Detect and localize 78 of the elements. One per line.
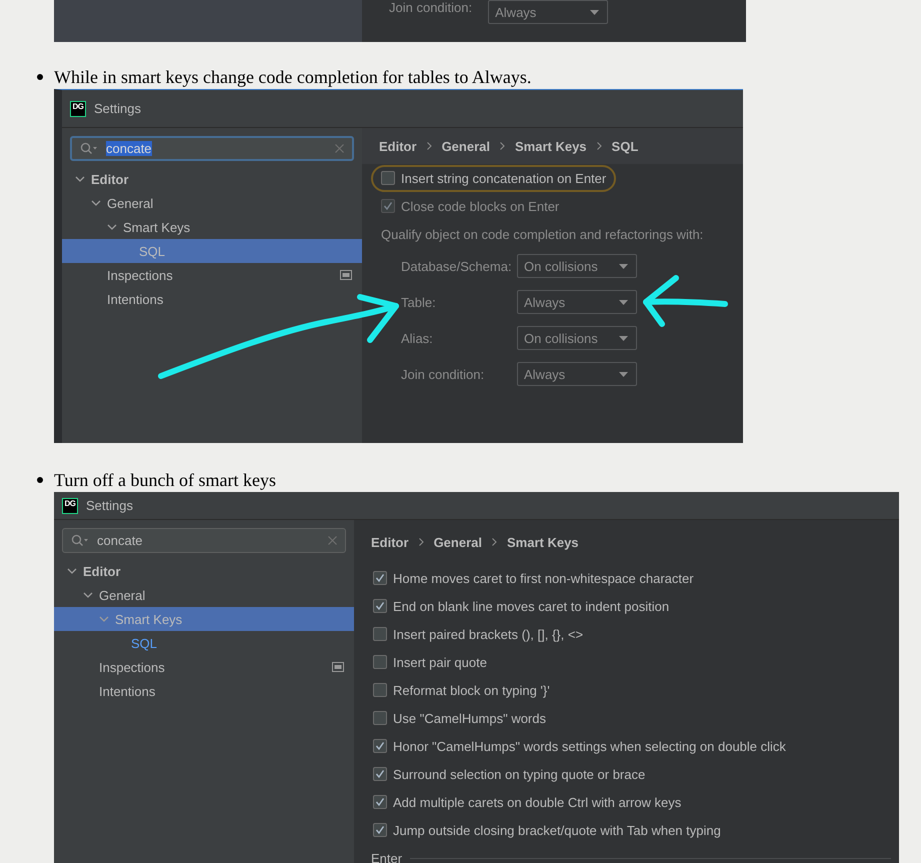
dropdown-caret-icon [619, 264, 628, 268]
checkbox-label[interactable]: Home moves caret to first non-whitespace character [393, 570, 694, 586]
dropdown-caret-icon [619, 372, 628, 376]
field-label: Join condition: [389, 0, 472, 15]
instruction-text: Turn off a bunch of smart keys [54, 470, 276, 490]
tree-item[interactable]: Editor [54, 559, 354, 583]
chevron-icon [492, 538, 497, 546]
checkbox-label[interactable]: Use "CamelHumps" words [393, 710, 546, 726]
chevron-icon [426, 142, 432, 150]
checkbox-label[interactable]: Insert paired brackets (), [], {}, <> [393, 626, 584, 642]
chevron-icon[interactable] [67, 566, 77, 576]
checkbox[interactable] [373, 767, 387, 781]
checkbox[interactable] [373, 571, 387, 585]
chevron-icon [596, 142, 602, 150]
bullet-dot [37, 477, 43, 483]
checkbox[interactable] [373, 823, 387, 837]
search-icon [71, 534, 89, 547]
instruction-text: While in smart keys change code completion for tables to Always. [54, 66, 532, 88]
tree-item[interactable]: Inspections [54, 655, 354, 679]
search-field[interactable]: concate [62, 528, 346, 553]
checkbox-label[interactable]: Reformat block on typing '}' [393, 682, 550, 698]
checkbox[interactable] [373, 795, 387, 809]
tree-item[interactable]: SQL [54, 631, 354, 655]
search-field[interactable]: concate [70, 136, 354, 161]
breadcrumb-item[interactable]: Smart Keys [506, 534, 579, 550]
breadcrumb-item[interactable]: Editor [379, 138, 417, 154]
chevron-icon[interactable] [107, 222, 117, 232]
chevron-icon[interactable] [83, 590, 93, 600]
bullet-dot [37, 74, 43, 80]
breadcrumb-item[interactable]: General [434, 534, 482, 550]
tree-item[interactable]: General [54, 583, 354, 607]
field-label: Database/Schema: [401, 258, 513, 274]
dropdown[interactable]: Always [517, 290, 637, 314]
section-label: Qualify object on code completion and refactorings with: [381, 226, 704, 242]
checkbox-label[interactable]: Insert string concatenation on Enter [401, 170, 606, 186]
checkbox[interactable] [373, 627, 387, 641]
search-icon [80, 142, 98, 155]
field-label: Table: [401, 294, 437, 310]
tree-item[interactable]: Editor [62, 167, 362, 191]
dropdown-caret-icon [619, 336, 628, 340]
dropdown[interactable]: On collisions [517, 254, 637, 278]
tree-item[interactable]: Inspections [62, 263, 362, 287]
dropdown-caret-icon [619, 300, 628, 304]
breadcrumb-item[interactable]: General [442, 138, 490, 154]
checkbox-label[interactable]: Honor "CamelHumps" words settings when selecting on double click [393, 738, 786, 754]
chevron-icon [500, 142, 505, 150]
checkbox-label[interactable]: Add multiple carets on double Ctrl with arrow keys [393, 794, 682, 810]
checkbox[interactable] [373, 599, 387, 613]
chevron-icon [418, 538, 424, 546]
checkbox-label[interactable]: Surround selection on typing quote or brace [393, 766, 646, 782]
checkbox-label[interactable]: Insert pair quote [393, 654, 487, 670]
checkbox[interactable] [373, 683, 387, 697]
section-title: Enter [371, 850, 402, 863]
checkbox-label[interactable]: Jump outside closing bracket/quote with Tab when typing [393, 822, 721, 838]
dropdown-caret-icon [590, 10, 600, 14]
tree-item[interactable]: General [62, 191, 362, 215]
tree-item[interactable]: Intentions [54, 679, 354, 703]
breadcrumb-item[interactable]: SQL [612, 138, 638, 154]
window-title: Settings [86, 498, 133, 513]
checkbox[interactable] [373, 655, 387, 669]
tree-item[interactable]: Intentions [62, 287, 362, 311]
checkbox[interactable] [373, 739, 387, 753]
dropdown[interactable]: On collisions [517, 326, 637, 350]
field-label: Alias: [401, 330, 434, 346]
dropdown[interactable]: Always [488, 0, 608, 24]
app-logo: DG [62, 498, 78, 514]
breadcrumb-item[interactable]: Editor [371, 534, 409, 550]
dropdown[interactable]: Always [517, 362, 637, 386]
tree-item[interactable]: Smart Keys [62, 215, 362, 239]
field-label: Join condition: [401, 366, 486, 382]
window-title: Settings [94, 101, 141, 116]
checkbox-label[interactable]: End on blank line moves caret to indent position [393, 598, 670, 614]
chevron-icon[interactable] [91, 198, 101, 208]
breadcrumb-item[interactable]: Smart Keys [514, 138, 587, 154]
checkbox[interactable] [373, 711, 387, 725]
chevron-icon[interactable] [75, 174, 85, 184]
checkbox[interactable] [381, 171, 395, 185]
app-logo: DG [70, 100, 86, 116]
